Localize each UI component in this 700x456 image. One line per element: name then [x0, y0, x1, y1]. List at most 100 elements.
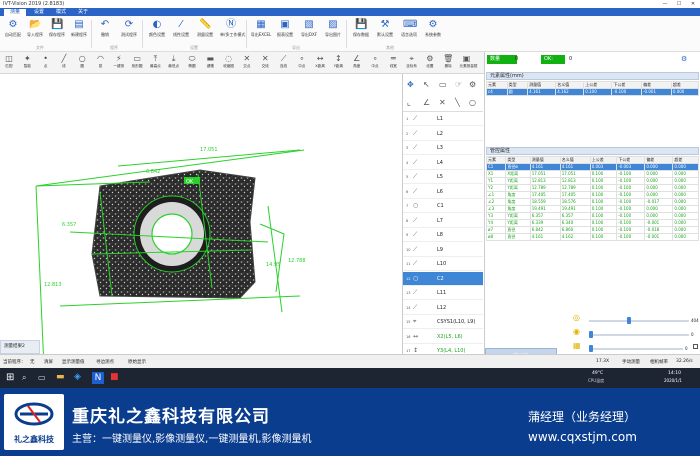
delete-icon[interactable]: ✕: [439, 98, 446, 107]
feature-item[interactable]: 6 ⟋ L6: [403, 185, 483, 199]
tool-button-12[interactable]: ◌ 收缩圈: [222, 54, 236, 72]
tool-button-22[interactable]: ⌖ 坐标系: [405, 54, 419, 72]
feature-item[interactable]: 16 ↔ X2(L5, L6): [403, 330, 483, 344]
table-row[interactable]: Y4 Y距离 6.339 6.340 0.100 -0.100 -0.001 0.000: [485, 219, 699, 227]
status-item-5[interactable]: 原始显示: [128, 359, 146, 365]
work-mode-button[interactable]: Ⓝ 单/多工作模式: [220, 19, 245, 49]
tool-button-15[interactable]: ⟋ 连线: [277, 54, 291, 72]
table-row[interactable]: ø8 直径 4.161 4.162 0.100 -0.100 -0.001 0.000: [485, 233, 699, 241]
light-slider-3[interactable]: [589, 348, 683, 350]
column-header[interactable]: 元素: [486, 81, 508, 89]
column-header[interactable]: 超差: [672, 156, 699, 164]
table-row[interactable]: ∠2 角度 18.559 18.576 0.100 -0.100 -0.017 0.000: [485, 198, 699, 206]
table-row[interactable]: ø7 直径 6.842 6.860 0.100 -0.100 -0.018 0.000: [485, 226, 699, 234]
table-row[interactable]: Y3 Y距离 6.357 6.357 0.100 -0.100 0.000 0.000: [485, 212, 699, 220]
new-program-button[interactable]: ▤ 新建程序: [68, 19, 90, 49]
tool-button-4[interactable]: ○ 圆: [75, 54, 89, 72]
feature-item[interactable]: 3 ⟋ L3: [403, 141, 483, 156]
table-row[interactable]: ∠1 角度 17.405 17.405 0.100 -0.100 0.000 0.000: [485, 191, 699, 199]
move-icon[interactable]: ✥: [407, 80, 414, 89]
language-button[interactable]: ⌨ 语言选项: [398, 19, 420, 49]
tab-settings[interactable]: 设置: [28, 9, 50, 16]
arrow-icon[interactable]: ↖: [423, 80, 430, 89]
feature-item[interactable]: 2 ⟋ L2: [403, 127, 483, 141]
tool-button-13[interactable]: ✕ 交点: [240, 54, 254, 72]
color-settings-button[interactable]: ◐ 颜色设置: [146, 19, 168, 49]
minimize-button[interactable]: —: [658, 0, 672, 8]
tool-button-9[interactable]: ⤓ 最低点: [167, 54, 181, 72]
tool-button-5[interactable]: ◠ 弧: [94, 54, 108, 72]
tool-button-7[interactable]: ▭ 矩形圆: [130, 54, 144, 72]
tool-button-1[interactable]: ✦ 智能: [20, 54, 34, 72]
app-n-icon[interactable]: N: [92, 372, 104, 384]
status-item-4[interactable]: 寻边测点: [96, 359, 114, 365]
column-header[interactable]: 元素: [485, 156, 507, 164]
tool-button-19[interactable]: ∠ 角度: [350, 54, 364, 72]
system-params-button[interactable]: ⚙ 系统参数: [422, 19, 444, 49]
export-image-button[interactable]: ▨ 导出图片: [322, 19, 344, 49]
tool-button-20[interactable]: ∘ 中点: [368, 54, 382, 72]
auto-match-button[interactable]: ⚙ 自动匹配: [2, 19, 24, 49]
feature-item[interactable]: 9 ⟋ L8: [403, 228, 483, 243]
tab-mode[interactable]: 模式: [50, 9, 72, 16]
tab-about[interactable]: 关于: [72, 9, 94, 16]
tool-button-14[interactable]: ✕ 交线: [258, 54, 272, 72]
feature-item[interactable]: 10 ⟋ L9: [403, 243, 483, 257]
light-checkbox[interactable]: [693, 344, 698, 349]
corner-icon[interactable]: ⌞: [407, 98, 411, 107]
column-header[interactable]: 类型: [506, 81, 529, 89]
status-item-3[interactable]: 显示测量值: [62, 359, 85, 365]
hand-icon[interactable]: ☞: [455, 80, 462, 89]
feature-item[interactable]: 13 ⟋ L11: [403, 286, 483, 301]
table-row[interactable]: Y2 Y距离 12.789 12.789 0.100 -0.100 0.000 0.000: [485, 184, 699, 192]
feature-item[interactable]: 15 ⌖ CSYS1(L10, L9): [403, 315, 483, 330]
column-header[interactable]: 名义值: [555, 81, 585, 89]
tool-button-25[interactable]: ▣ 元素测量框: [460, 54, 478, 72]
column-header[interactable]: 上公差: [589, 156, 618, 164]
column-header[interactable]: 测量值: [527, 81, 557, 89]
table-row[interactable]: ∠3 角度 19.491 19.491 0.100 -0.100 0.000 0.000: [485, 205, 699, 213]
tool-button-21[interactable]: ═ 线宽: [386, 54, 400, 72]
image-viewer[interactable]: OK 17.051 6.842 6.357 12.813 12.788 14.9…: [0, 74, 402, 354]
app-red-icon[interactable]: ■: [110, 372, 119, 382]
tool-button-2[interactable]: • 点: [39, 54, 53, 72]
tool-button-16[interactable]: ∘ 中点: [295, 54, 309, 72]
table-row[interactable]: Y1 Y距离 12.813 12.813 0.100 -0.100 0.000 0.000: [485, 177, 699, 185]
tool-button-8[interactable]: ⤒ 最高点: [148, 54, 162, 72]
save-program-button[interactable]: 💾 保存程序: [46, 19, 68, 49]
column-header[interactable]: 偏差: [644, 156, 674, 164]
save-data-button[interactable]: 💾 保存数据: [350, 19, 372, 49]
tool-button-24[interactable]: 🗑 删除: [441, 54, 455, 72]
tool-button-0[interactable]: ◫ 匹配: [2, 54, 16, 72]
bottom-tab-result[interactable]: 测量结果2: [0, 340, 40, 354]
light-slider-3-knob[interactable]: [589, 345, 593, 352]
feature-item[interactable]: 11 ⟋ L10: [403, 257, 483, 272]
column-header[interactable]: 下公差: [616, 156, 646, 164]
table-row[interactable]: X1 X距离 17.051 17.051 0.100 -0.100 0.000 0.000: [485, 170, 699, 178]
export-dxf-button[interactable]: ▧ 导出DXF: [298, 19, 320, 49]
tool-button-6[interactable]: ⚡ 一键测: [112, 54, 126, 72]
line-icon[interactable]: ╲: [455, 98, 460, 107]
feature-item[interactable]: 4 ⟋ L4: [403, 156, 483, 170]
feature-item[interactable]: 14 ⟋ L12: [403, 301, 483, 315]
tool-button-23[interactable]: ⚙ 设置: [423, 54, 437, 72]
browser-icon[interactable]: ◈: [74, 372, 81, 382]
measurement-canvas[interactable]: OK 17.051 6.842 6.357 12.813 12.788 14.9…: [0, 74, 402, 354]
circle-icon[interactable]: ○: [469, 98, 476, 107]
column-header[interactable]: 上公差: [583, 81, 613, 89]
feature-item[interactable]: 1 ⟋ L1: [403, 112, 483, 127]
column-header[interactable]: 超差: [670, 81, 700, 89]
table-row[interactable]: C1 直径ø 4.161 4.161 0.003 -0.003 0.000 0.000: [485, 163, 699, 171]
search-icon[interactable]: ⌕: [22, 373, 26, 383]
rect-tool-icon[interactable]: ▭: [439, 80, 447, 89]
tab-measure[interactable]: 测量: [4, 9, 27, 16]
task-view-icon[interactable]: ▭: [38, 373, 46, 382]
tool-button-3[interactable]: ╱ 线: [57, 54, 71, 72]
tool-button-18[interactable]: ↕ Y距离: [331, 54, 345, 72]
maximize-button[interactable]: ☐: [672, 0, 686, 8]
export-excel-button[interactable]: ▦ 导出EXCEL: [250, 19, 272, 49]
company-website[interactable]: www.cqxstjm.com: [528, 430, 637, 444]
gear-icon[interactable]: ⚙: [469, 80, 476, 89]
column-header[interactable]: 类型: [505, 156, 531, 164]
feature-item[interactable]: 7 ○ C1: [403, 199, 483, 214]
